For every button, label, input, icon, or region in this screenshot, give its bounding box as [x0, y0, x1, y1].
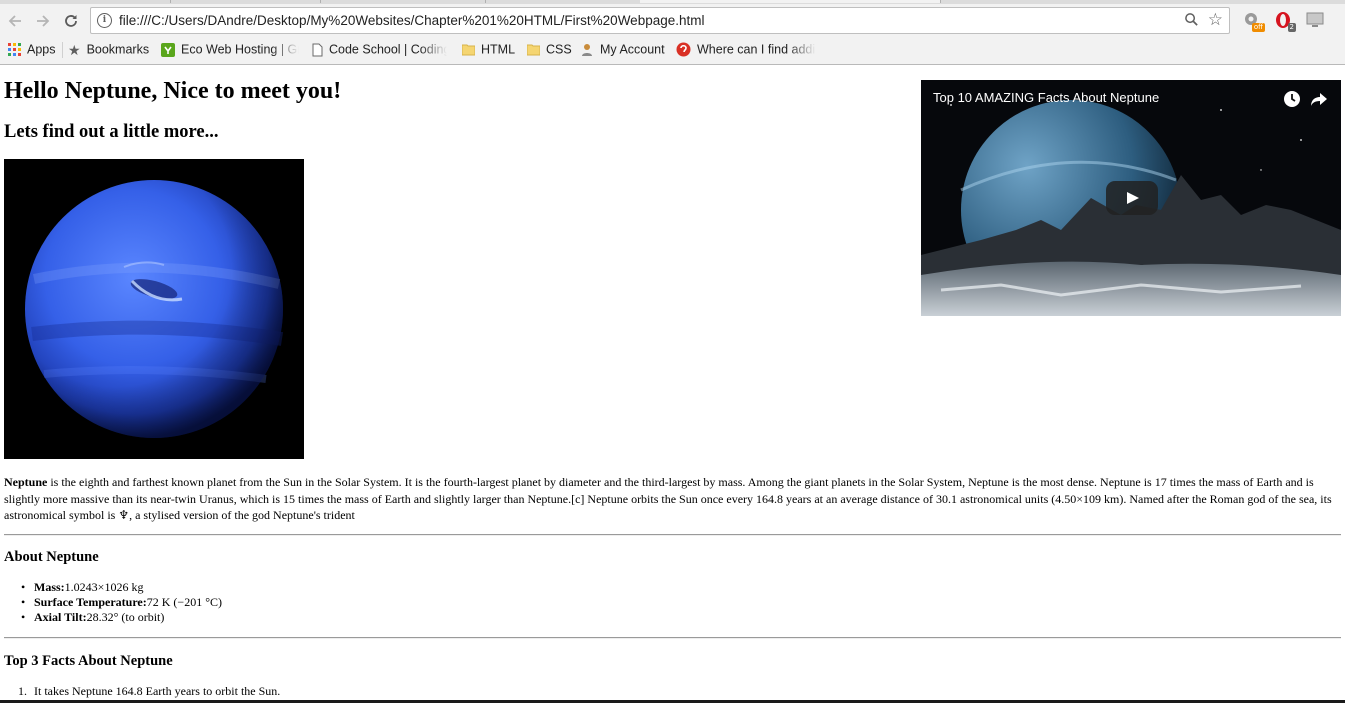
neptune-image: [4, 159, 304, 459]
fact-label: Surface Temperature:: [34, 595, 147, 609]
back-button[interactable]: [4, 10, 26, 32]
tab-active[interactable]: [640, 0, 941, 3]
watch-later-clock-icon[interactable]: [1282, 89, 1302, 109]
bullet: •: [21, 610, 26, 624]
list-item: • Mass:1.0243×1026 kg: [21, 580, 222, 595]
reload-icon: [65, 15, 77, 27]
bookmark-label: Where can I find addi: [697, 42, 816, 57]
tab-strip: [0, 0, 1345, 4]
neptune-planet-graphic: [4, 159, 304, 459]
neptune-intro-paragraph: Neptune is the eighth and farthest known…: [4, 474, 1341, 524]
page-icon: [312, 43, 323, 57]
facts-section-title: Top 3 Facts About Neptune: [4, 653, 173, 669]
facts-list: 1. It takes Neptune 164.8 Earth years to …: [18, 684, 281, 699]
share-arrow-icon[interactable]: [1309, 89, 1329, 109]
intro-bold-term: Neptune: [4, 475, 48, 489]
horizontal-rule: [4, 637, 1341, 639]
list-item: 1. It takes Neptune 164.8 Earth years to …: [18, 684, 281, 699]
bookmark-my-account[interactable]: My Account: [580, 40, 665, 58]
forward-arrow-icon: [37, 15, 50, 27]
tab[interactable]: [170, 0, 321, 3]
bookmark-star-icon[interactable]: ☆: [1208, 10, 1223, 30]
back-arrow-icon: [8, 15, 21, 27]
browser-chrome: i file:///C:/Users/DAndre/Desktop/My%20W…: [0, 0, 1345, 65]
extension-badge: 2: [1287, 23, 1296, 32]
play-icon: [1127, 192, 1139, 204]
tab[interactable]: [485, 0, 641, 3]
bookmark-folder-css[interactable]: CSS: [527, 40, 572, 58]
fact-label: Mass:: [34, 580, 65, 594]
extension-badge: off: [1251, 23, 1265, 32]
about-section-title: About Neptune: [4, 549, 99, 565]
page-subheading: Lets find out a little more...: [4, 122, 219, 142]
bookmark-label: Eco Web Hosting | Gre: [181, 42, 299, 57]
bookmark-label: CSS: [546, 42, 572, 57]
bookmark-code-school[interactable]: Code School | Coding: [312, 40, 447, 58]
star-icon: ★: [68, 41, 81, 58]
page-heading: Hello Neptune, Nice to meet you!: [4, 78, 342, 104]
monitor-icon: [1306, 12, 1324, 27]
bookmark-bookmarks[interactable]: ★ Bookmarks: [68, 40, 149, 58]
tab[interactable]: [1110, 0, 1345, 3]
folder-icon: [527, 44, 540, 56]
bookmark-folder-html[interactable]: HTML: [462, 40, 515, 58]
folder-icon: [462, 44, 475, 56]
url-text[interactable]: file:///C:/Users/DAndre/Desktop/My%20Web…: [119, 13, 705, 28]
eco-hosting-icon: [161, 42, 175, 57]
list-item: • Surface Temperature:72 K (−201 °C): [21, 595, 222, 610]
bookmark-eco-web-hosting[interactable]: Eco Web Hosting | Gre: [161, 40, 299, 58]
tab[interactable]: [0, 0, 171, 3]
account-icon: [582, 43, 592, 56]
bookmark-where-can-i-find[interactable]: Where can I find addi: [676, 40, 816, 58]
display-extension-button[interactable]: [1305, 10, 1325, 30]
video-title[interactable]: Top 10 AMAZING Facts About Neptune: [933, 90, 1159, 105]
bookmark-apps[interactable]: Apps: [8, 40, 56, 58]
about-list: • Mass:1.0243×1026 kg • Surface Temperatur…: [21, 580, 222, 625]
extension-off-button[interactable]: off: [1242, 10, 1265, 32]
fact-value: 28.32° (to orbit): [86, 610, 165, 624]
forward-button[interactable]: [32, 10, 54, 32]
youtube-video-embed[interactable]: Top 10 AMAZING Facts About Neptune: [921, 80, 1341, 316]
info-icon[interactable]: i: [97, 13, 112, 28]
bookmark-label: Code School | Coding: [329, 42, 447, 57]
page-content: Hello Neptune, Nice to meet you! Lets fi…: [0, 65, 1345, 703]
bookmark-label: Bookmarks: [86, 42, 150, 57]
apps-grid-icon: [8, 43, 21, 57]
list-number: 1.: [18, 684, 27, 698]
opera-extension-button[interactable]: 2: [1273, 10, 1296, 32]
fact-label: Axial Tilt:: [34, 610, 87, 624]
bookmark-label: My Account: [600, 42, 665, 57]
reload-button[interactable]: [60, 10, 82, 32]
tab[interactable]: [320, 0, 486, 3]
fact-value: 72 K (−201 °C): [146, 595, 222, 609]
zoom-icon[interactable]: [1184, 12, 1199, 27]
bookmarks-bar: Apps ★ Bookmarks Eco Web Hosting | Gre Co…: [0, 38, 1345, 60]
address-bar[interactable]: i file:///C:/Users/DAndre/Desktop/My%20W…: [90, 7, 1230, 34]
bookmarks-divider: [62, 42, 63, 58]
fact-value: 1.0243×1026 kg: [64, 580, 144, 594]
bullet: •: [21, 580, 26, 594]
bookmark-label: HTML: [481, 42, 516, 57]
bullet: •: [21, 595, 26, 609]
list-item: • Axial Tilt:28.32° (to orbit): [21, 610, 222, 625]
answers-icon: [676, 42, 691, 57]
fact-text: It takes Neptune 164.8 Earth years to or…: [34, 684, 281, 698]
bookmark-label: Apps: [27, 42, 56, 57]
horizontal-rule: [4, 534, 1341, 536]
intro-text: is the eighth and farthest known planet …: [4, 475, 1332, 522]
video-play-button[interactable]: [1106, 181, 1158, 215]
